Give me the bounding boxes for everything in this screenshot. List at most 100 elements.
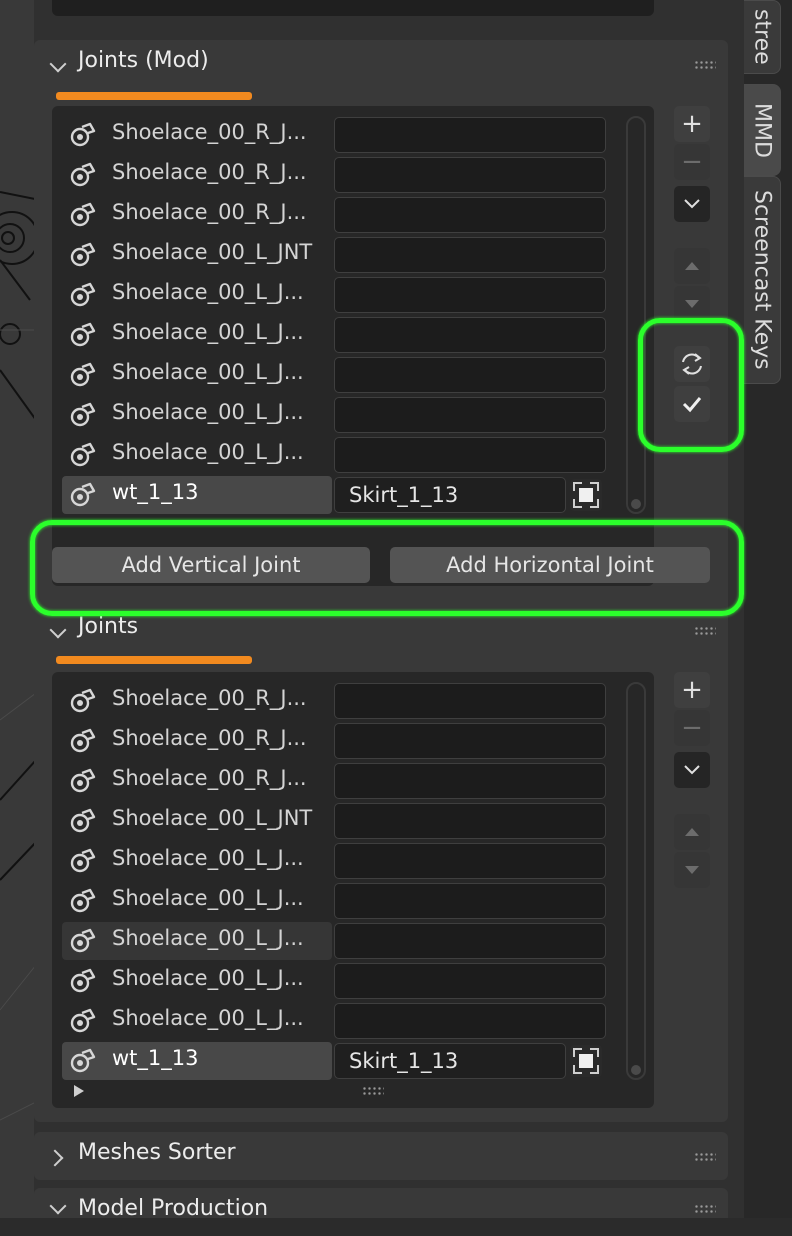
list-item-name-cell[interactable]: Shoelace_00_L_J... xyxy=(62,962,332,1000)
list-item-value-field[interactable] xyxy=(334,317,606,353)
list-item-value-field[interactable] xyxy=(334,157,606,193)
list-item[interactable]: Shoelace_00_L_J... xyxy=(62,842,606,880)
list-item-label: Shoelace_00_L_J... xyxy=(112,886,304,910)
list-item[interactable]: Shoelace_00_L_J... xyxy=(62,1002,606,1040)
list-item-name-cell[interactable]: Shoelace_00_L_J... xyxy=(62,396,332,434)
list-item-value-field[interactable] xyxy=(334,437,606,473)
list-item[interactable]: Shoelace_00_L_J... xyxy=(62,436,606,474)
apply-button[interactable] xyxy=(674,386,710,422)
list-item[interactable]: Shoelace_00_L_J... xyxy=(62,356,606,394)
list-item-name-cell[interactable]: wt_1_13 xyxy=(62,476,332,514)
list-item-value-field[interactable] xyxy=(334,923,606,959)
tab-stree[interactable]: stree xyxy=(744,0,781,74)
list-item-name-cell[interactable]: Shoelace_00_L_J... xyxy=(62,1002,332,1040)
panel-header[interactable]: Model Production xyxy=(34,1188,728,1236)
list-item-value-field[interactable] xyxy=(334,683,606,719)
add-item-button[interactable]: + xyxy=(674,106,710,142)
remove-item-button[interactable]: − xyxy=(674,710,710,746)
list-item[interactable]: Shoelace_00_L_JNT xyxy=(62,802,606,840)
list-item-value-field[interactable]: Skirt_1_13 xyxy=(334,1043,566,1079)
joint-list[interactable]: Shoelace_00_R_J... Shoelace_00_R_J... Sh… xyxy=(52,106,654,586)
eyedropper-select-icon[interactable] xyxy=(570,479,602,511)
drag-grip-icon[interactable] xyxy=(694,60,716,70)
list-item[interactable]: Shoelace_00_L_J... xyxy=(62,922,606,960)
eyedropper-select-icon[interactable] xyxy=(570,1045,602,1077)
move-up-button[interactable] xyxy=(674,814,710,850)
scroll-knob[interactable] xyxy=(631,1065,641,1075)
list-item-value-field[interactable] xyxy=(334,197,606,233)
list-item-name-cell[interactable]: Shoelace_00_R_J... xyxy=(62,762,332,800)
list-item-value-field[interactable]: Skirt_1_13 xyxy=(334,477,566,513)
list-item-name-cell[interactable]: Shoelace_00_R_J... xyxy=(62,116,332,154)
list-item[interactable]: Shoelace_00_R_J... xyxy=(62,196,606,234)
panel-header[interactable]: Joints xyxy=(34,606,728,654)
list-scrollbar[interactable] xyxy=(626,682,646,1080)
move-down-button[interactable] xyxy=(674,286,710,322)
add-item-button[interactable]: + xyxy=(674,672,710,708)
add-vertical-joint-button[interactable]: Add Vertical Joint xyxy=(52,547,370,583)
list-item-name-cell[interactable]: Shoelace_00_R_J... xyxy=(62,156,332,194)
list-item-name-cell[interactable]: Shoelace_00_L_J... xyxy=(62,882,332,920)
list-item-value-field[interactable] xyxy=(334,357,606,393)
tab-screencast-keys[interactable]: Screencast Keys xyxy=(744,176,781,384)
list-item[interactable]: Shoelace_00_L_J... xyxy=(62,316,606,354)
scroll-knob[interactable] xyxy=(631,499,641,509)
list-item-value-field[interactable] xyxy=(334,883,606,919)
list-item[interactable]: wt_1_13 Skirt_1_13 xyxy=(62,1042,602,1080)
sync-button[interactable] xyxy=(674,346,710,382)
list-item[interactable]: Shoelace_00_R_J... xyxy=(62,682,606,720)
list-footer xyxy=(66,1080,646,1102)
list-item-name-cell[interactable]: Shoelace_00_L_J... xyxy=(62,842,332,880)
remove-item-button[interactable]: − xyxy=(674,144,710,180)
move-up-button[interactable] xyxy=(674,248,710,284)
tab-mmd[interactable]: MMD xyxy=(744,84,781,176)
list-item-name-cell[interactable]: Shoelace_00_R_J... xyxy=(62,682,332,720)
list-item-value-field[interactable] xyxy=(334,963,606,999)
expand-filter-icon[interactable] xyxy=(74,1085,84,1097)
list-item-value-field[interactable] xyxy=(334,763,606,799)
list-menu-button[interactable] xyxy=(674,186,710,222)
chevron-down-icon xyxy=(684,199,700,209)
list-item-value-field[interactable] xyxy=(334,117,606,153)
list-item-value-field[interactable] xyxy=(334,277,606,313)
list-item[interactable]: Shoelace_00_R_J... xyxy=(62,762,606,800)
list-item[interactable]: Shoelace_00_R_J... xyxy=(62,156,606,194)
list-item-name-cell[interactable]: wt_1_13 xyxy=(62,1042,332,1080)
list-item[interactable]: Shoelace_00_L_J... xyxy=(62,962,606,1000)
list-item-value-field[interactable] xyxy=(334,843,606,879)
rigid-joint-icon xyxy=(70,1048,96,1073)
list-item[interactable]: Shoelace_00_L_JNT xyxy=(62,236,606,274)
list-item-name-cell[interactable]: Shoelace_00_L_JNT xyxy=(62,236,332,274)
panel-header[interactable]: Joints (Mod) xyxy=(34,40,728,88)
list-item-name-cell[interactable]: Shoelace_00_L_JNT xyxy=(62,802,332,840)
list-item[interactable]: Shoelace_00_L_J... xyxy=(62,276,606,314)
list-item-value-field[interactable] xyxy=(334,1003,606,1039)
list-item[interactable]: Shoelace_00_R_J... xyxy=(62,116,606,154)
list-item[interactable]: Shoelace_00_L_J... xyxy=(62,396,606,434)
list-item-name-cell[interactable]: Shoelace_00_R_J... xyxy=(62,722,332,760)
list-item[interactable]: Shoelace_00_L_J... xyxy=(62,882,606,920)
list-item-name-cell[interactable]: Shoelace_00_L_J... xyxy=(62,316,332,354)
drag-grip-icon[interactable] xyxy=(694,626,716,636)
list-item[interactable]: Shoelace_00_R_J... xyxy=(62,722,606,760)
resize-grip-icon[interactable] xyxy=(362,1086,384,1096)
list-item-name-cell[interactable]: Shoelace_00_L_J... xyxy=(62,276,332,314)
list-item-name-cell[interactable]: Shoelace_00_L_J... xyxy=(62,436,332,474)
list-item-name-cell[interactable]: Shoelace_00_L_J... xyxy=(62,356,332,394)
drag-grip-icon[interactable] xyxy=(694,1152,716,1162)
move-down-button[interactable] xyxy=(674,852,710,888)
add-horizontal-joint-button[interactable]: Add Horizontal Joint xyxy=(390,547,710,583)
list-item-name-cell[interactable]: Shoelace_00_R_J... xyxy=(62,196,332,234)
panel-header[interactable]: Meshes Sorter xyxy=(34,1132,728,1180)
list-scrollbar[interactable] xyxy=(626,116,646,514)
chevron-down-icon xyxy=(49,621,67,639)
list-menu-button[interactable] xyxy=(674,752,710,788)
drag-grip-icon[interactable] xyxy=(694,1204,716,1214)
list-item-value-field[interactable] xyxy=(334,397,606,433)
list-item-name-cell[interactable]: Shoelace_00_L_J... xyxy=(62,922,332,960)
list-item-value-field[interactable] xyxy=(334,803,606,839)
list-item-value-field[interactable] xyxy=(334,723,606,759)
list-item[interactable]: wt_1_13 Skirt_1_13 xyxy=(62,476,602,514)
list-item-value-field[interactable] xyxy=(334,237,606,273)
joint-list[interactable]: Shoelace_00_R_J... Shoelace_00_R_J... Sh… xyxy=(52,672,654,1108)
